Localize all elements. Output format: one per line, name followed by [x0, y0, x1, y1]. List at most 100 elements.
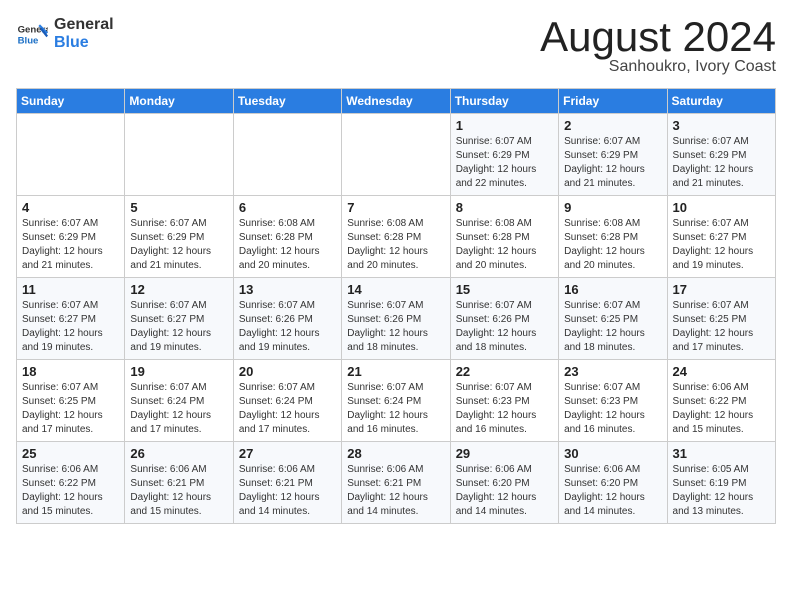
logo-blue: Blue	[54, 34, 114, 52]
day-info: Sunrise: 6:07 AM Sunset: 6:25 PM Dayligh…	[673, 299, 770, 355]
day-info: Sunrise: 6:07 AM Sunset: 6:29 PM Dayligh…	[673, 135, 770, 191]
calendar-cell: 25Sunrise: 6:06 AM Sunset: 6:22 PM Dayli…	[17, 442, 125, 524]
day-number: 7	[347, 200, 444, 215]
calendar-cell: 27Sunrise: 6:06 AM Sunset: 6:21 PM Dayli…	[233, 442, 341, 524]
day-number: 10	[673, 200, 770, 215]
calendar-cell: 13 Sunrise: 6:07 AM Sunset: 6:26 PM Dayli…	[233, 278, 341, 360]
calendar-cell: 16Sunrise: 6:07 AM Sunset: 6:25 PM Dayli…	[559, 278, 667, 360]
calendar-header: SundayMondayTuesdayWednesdayThursdayFrid…	[17, 89, 776, 114]
weekday-header-row: SundayMondayTuesdayWednesdayThursdayFrid…	[17, 89, 776, 114]
day-number: 6	[239, 200, 336, 215]
weekday-wednesday: Wednesday	[342, 89, 450, 114]
day-info: Sunrise: 6:07 AM Sunset: 6:29 PM Dayligh…	[456, 135, 553, 191]
day-info: Sunrise: 6:06 AM Sunset: 6:21 PM Dayligh…	[347, 463, 444, 519]
calendar-cell: 29Sunrise: 6:06 AM Sunset: 6:20 PM Dayli…	[450, 442, 558, 524]
calendar-cell: 1 Sunrise: 6:07 AM Sunset: 6:29 PM Daylig…	[450, 114, 558, 196]
calendar-cell: 5 Sunrise: 6:07 AM Sunset: 6:29 PM Daylig…	[125, 196, 233, 278]
day-info: Sunrise: 6:07 AM Sunset: 6:24 PM Dayligh…	[239, 381, 336, 437]
day-info: Sunrise: 6:07 AM Sunset: 6:23 PM Dayligh…	[456, 381, 553, 437]
day-info: Sunrise: 6:06 AM Sunset: 6:20 PM Dayligh…	[456, 463, 553, 519]
calendar-cell: 22Sunrise: 6:07 AM Sunset: 6:23 PM Dayli…	[450, 360, 558, 442]
day-number: 28	[347, 446, 444, 461]
location-subtitle: Sanhoukro, Ivory Coast	[540, 58, 776, 76]
calendar-cell: 21Sunrise: 6:07 AM Sunset: 6:24 PM Dayli…	[342, 360, 450, 442]
day-info: Sunrise: 6:06 AM Sunset: 6:22 PM Dayligh…	[22, 463, 119, 519]
calendar-cell: 31 Sunrise: 6:05 AM Sunset: 6:19 PM Dayli…	[667, 442, 775, 524]
calendar-cell	[125, 114, 233, 196]
calendar-cell: 12 Sunrise: 6:07 AM Sunset: 6:27 PM Dayli…	[125, 278, 233, 360]
month-title: August 2024	[540, 16, 776, 58]
day-number: 11	[22, 282, 119, 297]
day-info: Sunrise: 6:07 AM Sunset: 6:25 PM Dayligh…	[22, 381, 119, 437]
calendar-cell: 9 Sunrise: 6:08 AM Sunset: 6:28 PM Daylig…	[559, 196, 667, 278]
calendar-cell: 30 Sunrise: 6:06 AM Sunset: 6:20 PM Dayli…	[559, 442, 667, 524]
day-info: Sunrise: 6:07 AM Sunset: 6:29 PM Dayligh…	[564, 135, 661, 191]
calendar-cell: 18 Sunrise: 6:07 AM Sunset: 6:25 PM Dayli…	[17, 360, 125, 442]
day-number: 23	[564, 364, 661, 379]
day-info: Sunrise: 6:07 AM Sunset: 6:27 PM Dayligh…	[22, 299, 119, 355]
calendar-cell: 2 Sunrise: 6:07 AM Sunset: 6:29 PM Daylig…	[559, 114, 667, 196]
calendar-cell: 24 Sunrise: 6:06 AM Sunset: 6:22 PM Dayli…	[667, 360, 775, 442]
day-info: Sunrise: 6:07 AM Sunset: 6:24 PM Dayligh…	[130, 381, 227, 437]
calendar-cell	[233, 114, 341, 196]
calendar-cell: 8Sunrise: 6:08 AM Sunset: 6:28 PM Daylig…	[450, 196, 558, 278]
day-number: 13	[239, 282, 336, 297]
weekday-thursday: Thursday	[450, 89, 558, 114]
day-number: 8	[456, 200, 553, 215]
calendar-cell: 20Sunrise: 6:07 AM Sunset: 6:24 PM Dayli…	[233, 360, 341, 442]
day-info: Sunrise: 6:08 AM Sunset: 6:28 PM Dayligh…	[564, 217, 661, 273]
day-info: Sunrise: 6:06 AM Sunset: 6:22 PM Dayligh…	[673, 381, 770, 437]
day-info: Sunrise: 6:07 AM Sunset: 6:24 PM Dayligh…	[347, 381, 444, 437]
day-number: 19	[130, 364, 227, 379]
weekday-friday: Friday	[559, 89, 667, 114]
calendar-cell: 3 Sunrise: 6:07 AM Sunset: 6:29 PM Daylig…	[667, 114, 775, 196]
calendar-cell: 19 Sunrise: 6:07 AM Sunset: 6:24 PM Dayli…	[125, 360, 233, 442]
calendar-cell: 26 Sunrise: 6:06 AM Sunset: 6:21 PM Dayli…	[125, 442, 233, 524]
weekday-tuesday: Tuesday	[233, 89, 341, 114]
day-info: Sunrise: 6:07 AM Sunset: 6:26 PM Dayligh…	[347, 299, 444, 355]
day-number: 14	[347, 282, 444, 297]
day-number: 18	[22, 364, 119, 379]
day-info: Sunrise: 6:07 AM Sunset: 6:26 PM Dayligh…	[239, 299, 336, 355]
calendar-cell: 6 Sunrise: 6:08 AM Sunset: 6:28 PM Daylig…	[233, 196, 341, 278]
calendar-week-3: 11 Sunrise: 6:07 AM Sunset: 6:27 PM Dayli…	[17, 278, 776, 360]
day-number: 17	[673, 282, 770, 297]
day-info: Sunrise: 6:07 AM Sunset: 6:26 PM Dayligh…	[456, 299, 553, 355]
day-number: 3	[673, 118, 770, 133]
day-info: Sunrise: 6:06 AM Sunset: 6:20 PM Dayligh…	[564, 463, 661, 519]
day-number: 2	[564, 118, 661, 133]
calendar-cell: 15Sunrise: 6:07 AM Sunset: 6:26 PM Dayli…	[450, 278, 558, 360]
day-info: Sunrise: 6:07 AM Sunset: 6:27 PM Dayligh…	[130, 299, 227, 355]
day-number: 24	[673, 364, 770, 379]
calendar-cell	[342, 114, 450, 196]
day-number: 9	[564, 200, 661, 215]
logo-general: General	[54, 16, 114, 34]
day-number: 1	[456, 118, 553, 133]
day-info: Sunrise: 6:05 AM Sunset: 6:19 PM Dayligh…	[673, 463, 770, 519]
weekday-sunday: Sunday	[17, 89, 125, 114]
day-number: 31	[673, 446, 770, 461]
calendar-cell: 28 Sunrise: 6:06 AM Sunset: 6:21 PM Dayli…	[342, 442, 450, 524]
day-number: 12	[130, 282, 227, 297]
day-info: Sunrise: 6:07 AM Sunset: 6:29 PM Dayligh…	[130, 217, 227, 273]
day-number: 27	[239, 446, 336, 461]
svg-text:Blue: Blue	[18, 35, 39, 46]
day-info: Sunrise: 6:08 AM Sunset: 6:28 PM Dayligh…	[347, 217, 444, 273]
day-number: 16	[564, 282, 661, 297]
day-info: Sunrise: 6:06 AM Sunset: 6:21 PM Dayligh…	[130, 463, 227, 519]
calendar-cell: 7 Sunrise: 6:08 AM Sunset: 6:28 PM Daylig…	[342, 196, 450, 278]
calendar-week-1: 1 Sunrise: 6:07 AM Sunset: 6:29 PM Daylig…	[17, 114, 776, 196]
day-info: Sunrise: 6:08 AM Sunset: 6:28 PM Dayligh…	[239, 217, 336, 273]
logo-icon: General Blue	[16, 18, 48, 50]
day-number: 26	[130, 446, 227, 461]
day-number: 5	[130, 200, 227, 215]
day-info: Sunrise: 6:07 AM Sunset: 6:27 PM Dayligh…	[673, 217, 770, 273]
calendar-cell: 11 Sunrise: 6:07 AM Sunset: 6:27 PM Dayli…	[17, 278, 125, 360]
calendar-cell: 14 Sunrise: 6:07 AM Sunset: 6:26 PM Dayli…	[342, 278, 450, 360]
calendar-cell: 17 Sunrise: 6:07 AM Sunset: 6:25 PM Dayli…	[667, 278, 775, 360]
day-info: Sunrise: 6:07 AM Sunset: 6:23 PM Dayligh…	[564, 381, 661, 437]
day-number: 30	[564, 446, 661, 461]
weekday-monday: Monday	[125, 89, 233, 114]
calendar-cell: 10 Sunrise: 6:07 AM Sunset: 6:27 PM Dayli…	[667, 196, 775, 278]
page-header: General Blue General Blue August 2024 Sa…	[16, 16, 776, 76]
